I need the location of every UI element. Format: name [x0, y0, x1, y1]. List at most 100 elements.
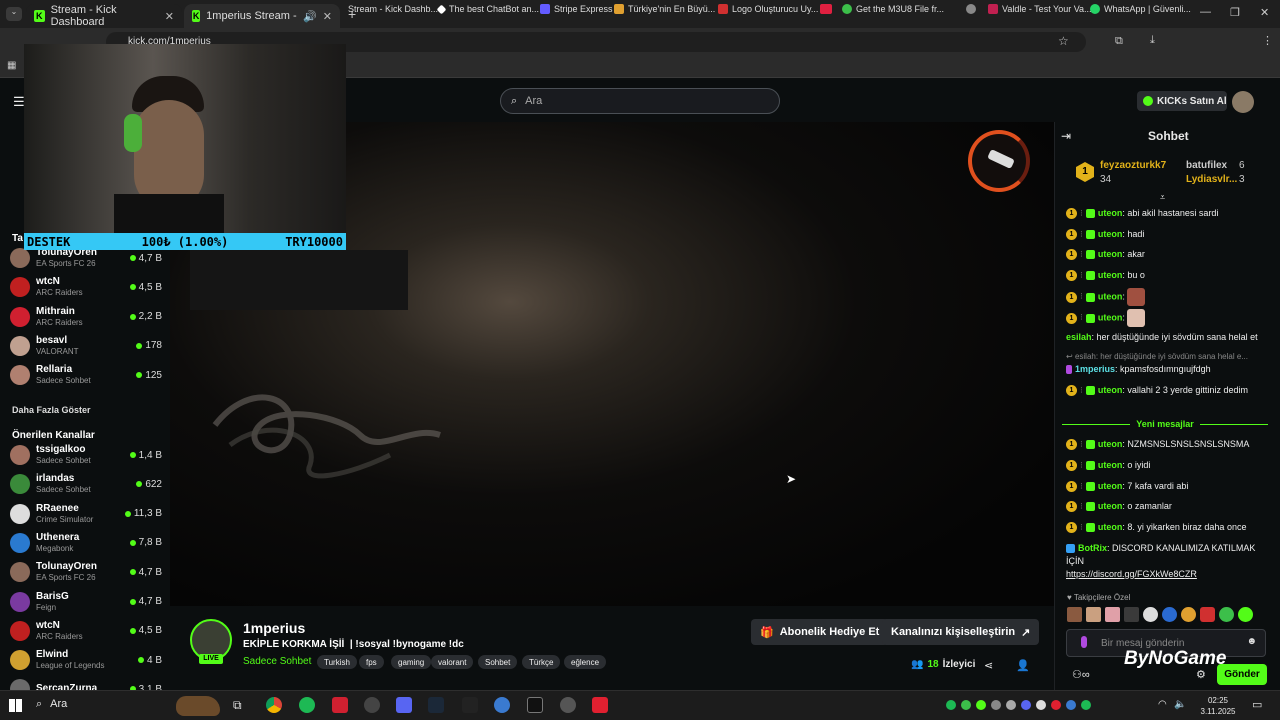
channel-item[interactable]: Rellaria Sadece Sohbet 125 — [10, 361, 162, 389]
wifi-icon[interactable]: ◠ — [1158, 699, 1167, 710]
tab-1mperius-stream[interactable]: K 1mperius Stream - Watch L 🔊 ✕ — [184, 4, 340, 28]
chat-username[interactable]: uteon — [1098, 385, 1123, 395]
tray-icon[interactable] — [1036, 700, 1046, 710]
notifications-icon[interactable]: ▭ — [1252, 698, 1262, 711]
user-avatar[interactable] — [1232, 91, 1254, 113]
tag-chip[interactable]: gaming — [391, 655, 432, 669]
emote-icon[interactable] — [1067, 607, 1082, 622]
bookmark-item[interactable]: Stream - Kick Dashb... — [348, 4, 438, 14]
emoji-icon[interactable]: ☻ — [1246, 636, 1257, 647]
obs-icon[interactable] — [364, 697, 380, 713]
channel-item[interactable]: BarisG Feign 4,7 B — [10, 588, 162, 616]
stream-category[interactable]: Sadece Sohbet — [243, 656, 311, 667]
tray-icon[interactable] — [976, 700, 986, 710]
leader-name[interactable]: batufilex — [1186, 160, 1227, 171]
channel-item[interactable]: RRaenee Crime Simulator 11,3 B — [10, 500, 162, 528]
app-icon[interactable] — [494, 697, 510, 713]
menu-dots-icon[interactable]: ⋮ — [1262, 34, 1273, 47]
tag-chip[interactable]: eğlence — [564, 655, 607, 669]
chat-username[interactable]: uteon — [1098, 481, 1123, 491]
channel-item[interactable]: Mithrain ARC Raiders 2,2 B — [10, 303, 162, 331]
extensions-icon[interactable]: ⧉ — [1115, 35, 1123, 48]
emote-icon[interactable] — [1086, 607, 1101, 622]
channel-item[interactable]: irlandas Sadece Sohbet 622 — [10, 470, 162, 498]
discord-icon[interactable] — [396, 697, 412, 713]
download-icon[interactable]: ⤓ — [1150, 34, 1155, 47]
bookmark-item[interactable] — [820, 4, 832, 14]
tab-search-button[interactable]: ⌄ — [6, 7, 22, 21]
search-input[interactable]: ⌕ Ara — [500, 88, 780, 114]
customize-channel-button[interactable]: Kanalınızı kişiselleştirin ↗ — [882, 619, 1040, 645]
chat-username[interactable]: uteon — [1098, 229, 1123, 239]
volume-icon[interactable]: 🔈 — [1174, 699, 1186, 710]
taskbar-search[interactable]: ⌕ Ara — [36, 698, 67, 711]
task-view-icon[interactable]: ⧉ — [233, 698, 242, 713]
tab-kick-dashboard[interactable]: K Stream - Kick Dashboard ✕ — [26, 4, 182, 28]
bookmark-item[interactable]: Valdle - Test Your Va... — [988, 4, 1092, 14]
app-icon[interactable] — [332, 697, 348, 713]
bookmark-item[interactable]: Türkiye'nin En Büyü... — [614, 4, 715, 14]
chat-settings-icon[interactable]: ⚙ — [1196, 668, 1206, 681]
channel-item[interactable]: wtcN ARC Raiders 4,5 B — [10, 273, 162, 301]
tray-icon[interactable] — [946, 700, 956, 710]
channel-item[interactable]: TolunayOren EA Sports FC 26 4,7 B — [10, 558, 162, 586]
minimize-button[interactable]: — — [1200, 6, 1211, 18]
emote-icon[interactable] — [1105, 607, 1120, 622]
chat-username[interactable]: esilah — [1066, 332, 1092, 342]
chat-username[interactable]: uteon — [1098, 249, 1123, 259]
channel-item[interactable]: besavl VALORANT 178 — [10, 332, 162, 360]
chat-username[interactable]: uteon — [1098, 291, 1123, 301]
pinned-dropdown-icon[interactable]: ⩡ — [1160, 192, 1165, 203]
emote-icon[interactable] — [1162, 607, 1177, 622]
follow-user-icon[interactable]: 👤 — [1016, 659, 1030, 672]
leader-name[interactable]: Lydiasvlr... — [1186, 174, 1237, 185]
tag-chip[interactable]: valorant — [431, 655, 474, 669]
channel-item[interactable]: wtcN ARC Raiders 4,5 B — [10, 617, 162, 645]
tray-icon[interactable] — [1006, 700, 1016, 710]
close-tab-icon[interactable]: ✕ — [323, 10, 332, 23]
close-window-button[interactable]: ✕ — [1260, 6, 1269, 19]
chat-tools-icon[interactable]: ⚇∞ — [1072, 668, 1090, 681]
emote-icon[interactable] — [1219, 607, 1234, 622]
channel-item[interactable]: Uthenera Megabonk 7,8 B — [10, 529, 162, 557]
bookmark-item[interactable]: Logo Oluşturucu Uy... — [718, 4, 818, 14]
app-icon[interactable] — [560, 697, 576, 713]
close-tab-icon[interactable]: ✕ — [165, 10, 174, 23]
epic-games-icon[interactable] — [462, 697, 478, 713]
chat-username[interactable]: 1mperius — [1075, 364, 1115, 374]
chat-username[interactable]: uteon — [1098, 460, 1123, 470]
bookmark-item[interactable]: Stripe Express — [540, 4, 613, 14]
discord-link[interactable]: https://discord.gg/FGXkWe8CZR — [1066, 569, 1197, 579]
emote-icon[interactable] — [1181, 607, 1196, 622]
chat-username[interactable]: uteon — [1098, 522, 1123, 532]
send-button[interactable]: Gönder — [1217, 664, 1267, 685]
show-more-link[interactable]: Daha Fazla Göster — [12, 405, 91, 415]
bookmark-item[interactable]: The best ChatBot an... — [436, 4, 539, 14]
emote-icon[interactable] — [1143, 607, 1158, 622]
bookmark-item[interactable] — [966, 4, 976, 14]
bookmark-item[interactable]: Get the M3U8 File fr... — [842, 4, 944, 14]
share-icon[interactable]: ⋖ — [984, 659, 993, 672]
restore-button[interactable]: ❐ — [1230, 6, 1240, 19]
tray-icon[interactable] — [1021, 700, 1031, 710]
chrome-icon[interactable] — [266, 697, 282, 713]
tag-chip[interactable]: Turkish — [317, 655, 357, 669]
chat-username[interactable]: uteon — [1098, 312, 1123, 322]
leader-name[interactable]: feyzaozturkk7 — [1100, 160, 1166, 171]
emote-icon[interactable] — [1238, 607, 1253, 622]
steam-icon[interactable] — [428, 697, 444, 713]
chat-username[interactable]: uteon — [1098, 270, 1123, 280]
emote-icon[interactable] — [1200, 607, 1215, 622]
tray-icon[interactable] — [991, 700, 1001, 710]
tray-icon[interactable] — [1066, 700, 1076, 710]
channel-item[interactable]: tssigalkoo Sadece Sohbet 1,4 B — [10, 441, 162, 469]
tray-icon[interactable] — [961, 700, 971, 710]
tray-icon[interactable] — [1081, 700, 1091, 710]
clock[interactable]: 02:25 3.11.2025 — [1198, 695, 1238, 717]
bookmark-star-icon[interactable]: ☆ — [1058, 34, 1069, 48]
tray-icon[interactable] — [1051, 700, 1061, 710]
bookmark-item[interactable]: WhatsApp | Güvenli... — [1090, 4, 1191, 14]
app-icon[interactable] — [592, 697, 608, 713]
tag-chip[interactable]: fps — [359, 655, 384, 669]
spotify-icon[interactable] — [299, 697, 315, 713]
